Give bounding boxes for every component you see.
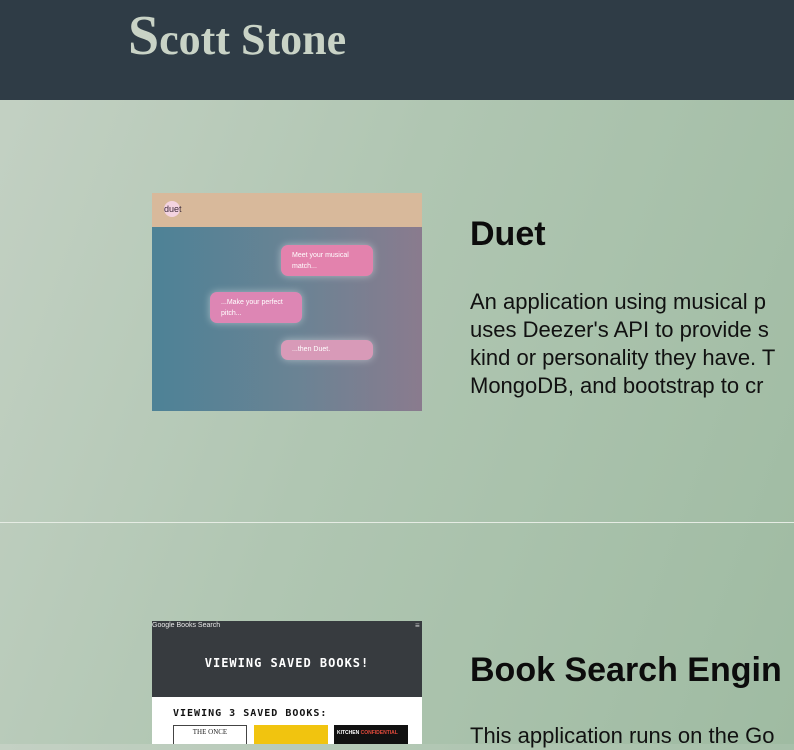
book-cover: KITCHEN CONFIDENTIAL [334, 725, 408, 744]
site-title[interactable]: Scott Stone [128, 4, 346, 68]
book-cover: THE ONCE [173, 725, 247, 744]
project-title: Duet [470, 215, 546, 253]
app-title: Google Books Search [152, 622, 221, 629]
app-topbar [152, 193, 422, 227]
chat-bubble: ...then Duet. [281, 340, 373, 360]
app-subheading: VIEWING 3 SAVED BOOKS: [173, 708, 328, 719]
project-screenshot-duet[interactable]: duet Meet your musical match... ...Make … [152, 193, 422, 411]
description-line: kind or personality they have. T [470, 345, 776, 370]
project-title: Book Search Engin [470, 651, 782, 689]
description-line: An application using musical p [470, 289, 766, 314]
chat-bubble: ...Make your perfect pitch... [210, 292, 302, 323]
book-cover [254, 725, 328, 744]
site-header: Scott Stone [0, 0, 794, 100]
section-divider [0, 522, 794, 523]
project-screenshot-book-search[interactable]: Google Books Search ≡ VIEWING SAVED BOOK… [152, 621, 422, 744]
project-description: This application runs on the Go [470, 722, 794, 750]
description-line: This application runs on the Go [470, 723, 775, 748]
description-line: MongoDB, and bootstrap to cr [470, 373, 764, 398]
project-description: An application using musical p uses Deez… [470, 288, 794, 400]
app-banner: VIEWING SAVED BOOKS! [204, 656, 370, 670]
hamburger-icon: ≡ [415, 621, 420, 630]
description-line: uses Deezer's API to provide s [470, 317, 769, 342]
chat-bubble: Meet your musical match... [281, 245, 373, 276]
duet-logo-icon: duet [164, 201, 182, 217]
